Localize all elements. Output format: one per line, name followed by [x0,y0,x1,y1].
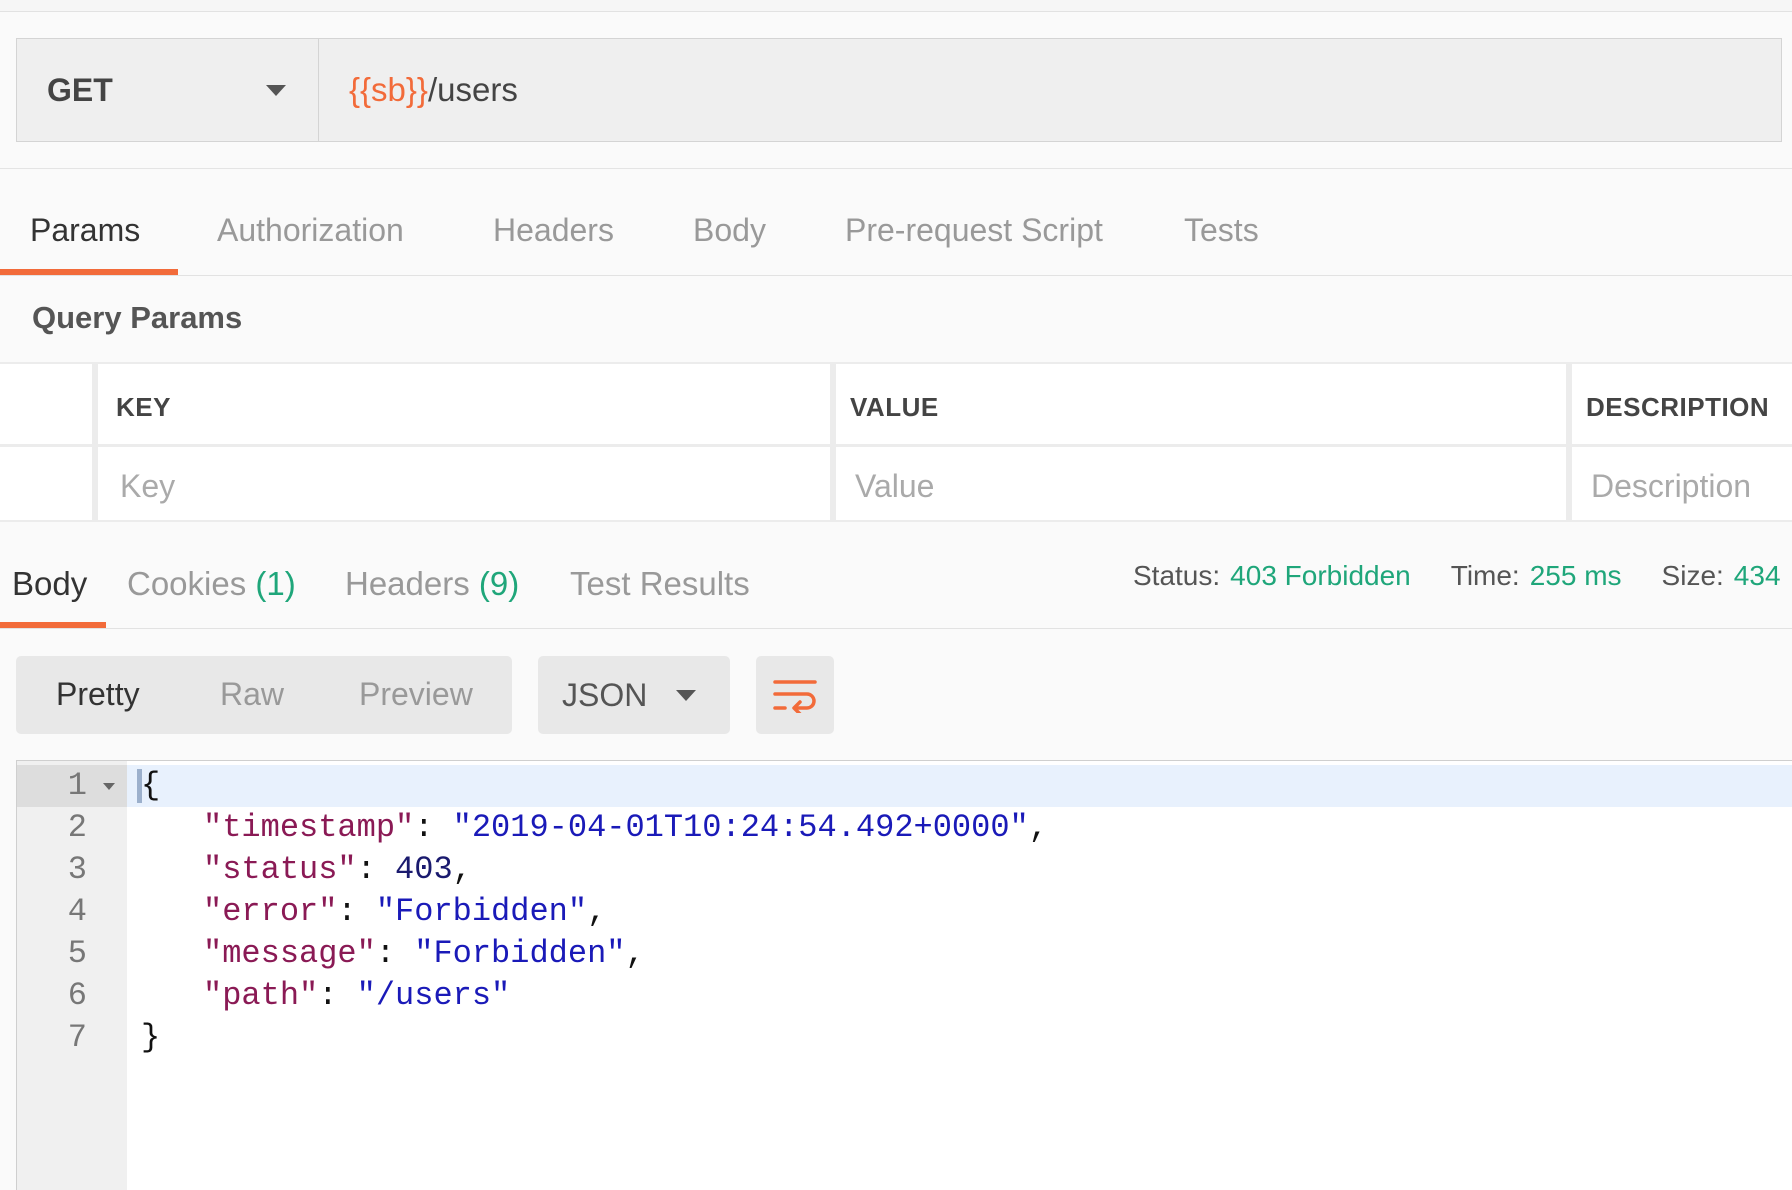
active-tab-indicator [0,269,178,275]
request-bar: GET {{sb}}/users [16,38,1782,142]
line-number: 4 [67,893,87,930]
wrap-lines-icon [773,680,817,713]
code-line: 2 "timestamp": "2019-04-01T10:24:54.492+… [17,807,1792,849]
tab-headers[interactable]: Headers [493,200,614,275]
tab-label: Test Results [570,565,750,602]
json-comma: , [452,851,472,888]
window-top-strip [0,0,1792,12]
tab-params[interactable]: Params [0,200,178,275]
raw-button[interactable]: Raw [220,676,284,713]
json-value: "Forbidden" [375,893,588,930]
tab-label: Params [30,212,141,248]
time-value: 255 ms [1529,560,1622,591]
json-value: 403 [395,851,453,888]
line-number: 5 [67,935,87,972]
column-header-key: KEY [116,392,171,422]
key-input[interactable]: Key [120,468,175,505]
column-header-description: DESCRIPTION [1586,392,1770,422]
method-label: GET [47,71,113,108]
tab-label: Pre-request Script [845,212,1103,248]
line-number: 7 [67,1019,87,1056]
json-value: "/users" [356,977,511,1014]
json-value: "2019-04-01T10:24:54.492+0000" [452,809,1029,846]
column-divider [1566,364,1572,520]
tab-response-headers[interactable]: Headers (9) [345,555,519,628]
wrap-lines-button[interactable] [756,656,834,734]
size-value: 434 [1733,560,1781,591]
format-label: JSON [562,676,648,713]
params-table: KEY VALUE DESCRIPTION Key Value Descript… [0,362,1792,522]
row-divider [0,444,1792,447]
close-brace: } [141,1019,161,1056]
pretty-button[interactable]: Pretty [56,676,140,713]
response-meta: Status: 403 Forbidden Time: 255 ms Size:… [1133,560,1792,592]
time-label: Time: [1450,560,1520,591]
json-key: "message" [203,935,376,972]
status-value: 403 Forbidden [1230,560,1411,591]
column-divider [830,364,836,520]
url-path: /users [427,71,518,108]
code-line: 6 "path": "/users" [17,975,1792,1017]
json-value: "Forbidden" [414,935,626,972]
tab-label: Headers [493,212,614,248]
chevron-down-icon [676,689,696,701]
code-line: 4 "error": "Forbidden", [17,891,1792,933]
response-code-viewer[interactable]: 1 { 2 "timestamp": "2019-04-01T10:24:54.… [16,760,1792,1190]
chevron-down-icon [266,84,286,96]
active-tab-indicator [0,622,106,628]
tab-label: Cookies [127,565,247,602]
column-header-value: VALUE [850,392,939,422]
json-comma: , [1028,809,1048,846]
tab-label: Body [693,212,766,248]
tab-cookies[interactable]: Cookies (1) [127,555,296,628]
json-key: "timestamp" [203,809,415,846]
open-brace: { [141,767,161,804]
tab-body[interactable]: Body [693,200,766,275]
divider [0,168,1792,169]
tab-response-body[interactable]: Body [0,555,106,628]
request-tabs: Params Authorization Headers Body Pre-re… [0,200,1792,276]
status-label: Status: [1133,560,1221,591]
format-select[interactable]: JSON [538,656,730,734]
tab-label: Authorization [217,212,404,248]
line-number: 6 [67,977,87,1014]
url-variable: {{sb}} [349,71,428,108]
code-line: 3 "status": 403, [17,849,1792,891]
cookies-count: (1) [255,565,296,602]
tab-tests[interactable]: Tests [1184,200,1259,275]
query-params-title: Query Params [32,300,243,335]
json-comma: , [587,893,607,930]
fold-arrow-icon[interactable] [103,783,115,790]
json-key: "status" [203,851,357,888]
line-number: 2 [67,809,87,846]
description-input[interactable]: Description [1591,468,1751,505]
json-comma: , [625,935,645,972]
code-line: 5 "message": "Forbidden", [17,933,1792,975]
tab-authorization[interactable]: Authorization [217,200,404,275]
preview-button[interactable]: Preview [359,676,473,713]
line-number: 3 [67,851,87,888]
view-mode-group: Pretty Raw Preview [16,656,512,734]
json-key: "path" [203,977,319,1014]
method-select[interactable]: GET [17,39,319,141]
url-input[interactable]: {{sb}}/users [319,39,1781,141]
tab-pre-request-script[interactable]: Pre-request Script [845,200,1103,275]
tab-test-results[interactable]: Test Results [570,555,750,628]
value-input[interactable]: Value [855,468,934,505]
json-key: "error" [203,893,338,930]
tab-label: Headers [345,565,470,602]
tab-label: Body [12,565,88,602]
headers-count: (9) [478,565,520,602]
column-divider [92,364,98,520]
size-label: Size: [1661,560,1724,591]
code-line: 7 } [17,1017,1792,1059]
tab-label: Tests [1184,212,1259,248]
code-line: 1 { [17,765,1792,807]
